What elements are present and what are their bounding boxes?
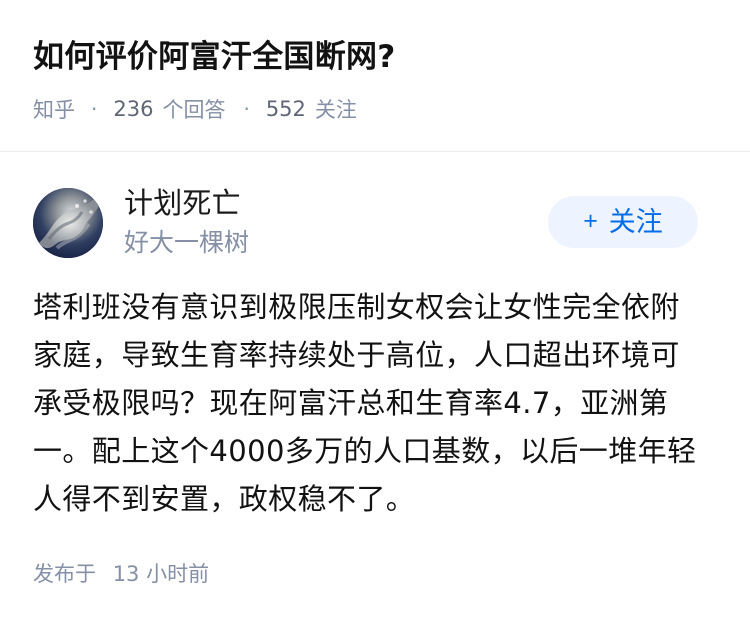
author-name[interactable]: 计划死亡 [124,184,241,222]
follower-count: 552 [265,97,306,121]
follow-button[interactable]: + 关注 [548,196,698,248]
plus-icon: + [583,206,598,235]
answer-card: 计划死亡 好大一棵树 + 关注 塔利班没有意识到极限压制女权会让女性完全依附 家… [0,152,750,630]
author-bio: 好大一棵树 [124,228,250,257]
meta-separator: · [91,97,98,121]
publish-time-value: 13 小时前 [112,562,210,586]
follower-count-label: 关注 [314,98,357,122]
site-source[interactable]: 知乎 [33,94,75,124]
question-meta: 知乎 · 236 个回答 · 552 关注 [33,94,713,124]
publish-time: 发布于 13 小时前 [33,559,219,589]
answer-count: 236 [113,97,154,121]
answer-text: 塔利班没有意识到极限压制女权会让女性完全依附 家庭，导致生育率持续处于高位，人口… [33,290,697,516]
publish-time-prefix: 发布于 [33,562,96,586]
zhihu-question-page: 如何评价阿富汗全国断网? 知乎 · 236 个回答 · 552 关注 计划死亡 … [0,0,750,630]
question-title[interactable]: 如何评价阿富汗全国断网? [33,34,713,80]
avatar-image-icon [33,188,103,258]
answer-count-label: 个回答 [162,98,226,122]
follow-button-label: 关注 [608,206,663,237]
author-avatar[interactable] [33,188,103,258]
question-header: 如何评价阿富汗全国断网? 知乎 · 236 个回答 · 552 关注 [33,34,713,124]
meta-separator: · [243,97,250,121]
